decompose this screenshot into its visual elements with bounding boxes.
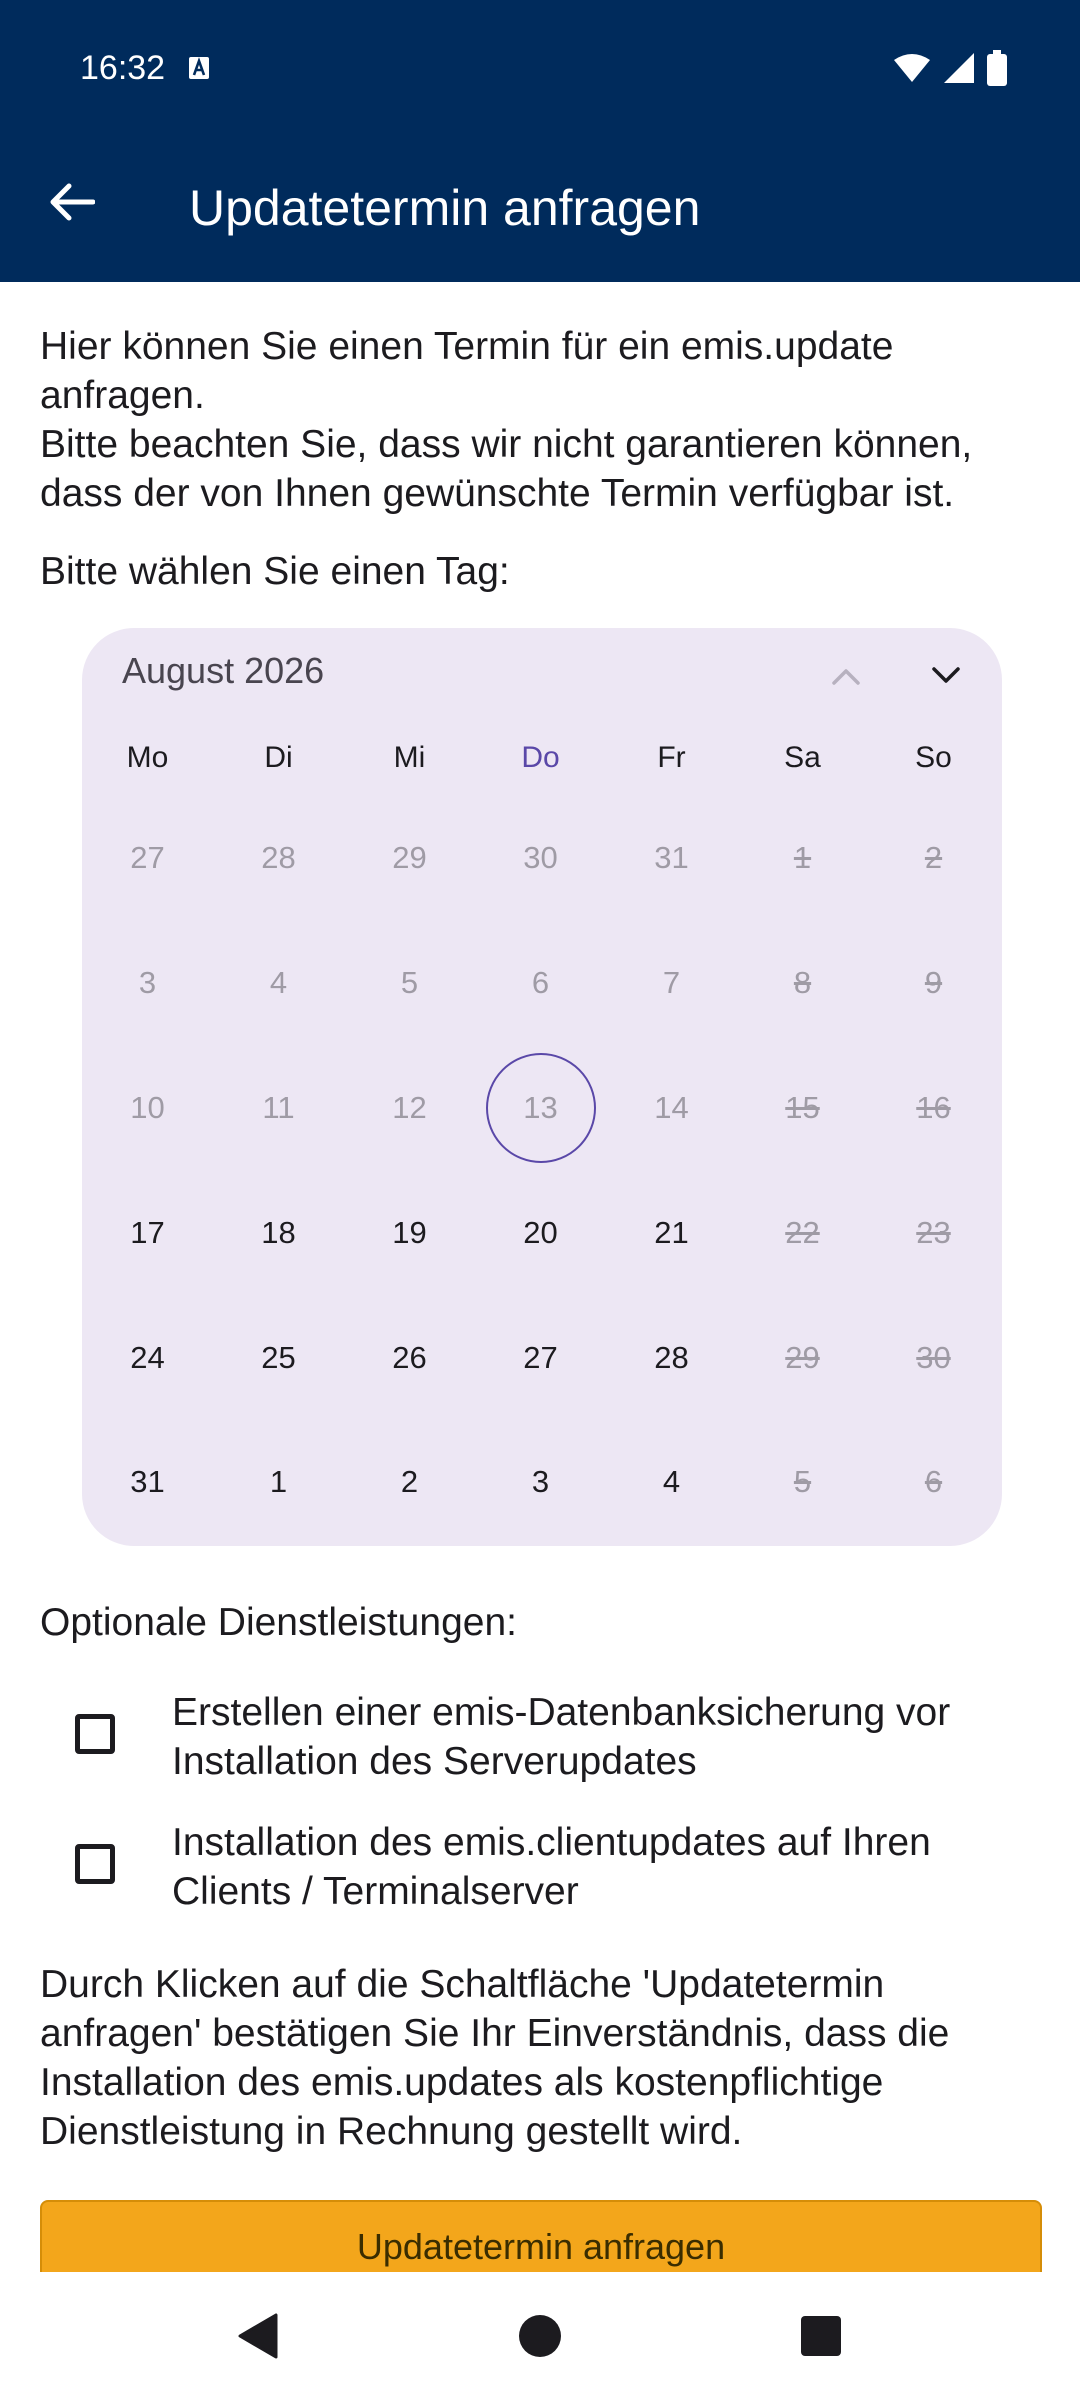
calendar-day[interactable]: 27: [475, 1295, 606, 1420]
intro-line-2: Bitte beachten Sie, dass wir nicht garan…: [40, 423, 973, 515]
client-update-option-label: Installation des emis.clientupdates auf …: [172, 1821, 931, 1913]
optional-services-title: Optionale Dienstleistungen:: [40, 1601, 517, 1644]
calendar-day: 2: [924, 840, 943, 876]
calendar-day: 3: [138, 965, 157, 1001]
calendar-day[interactable]: 1: [213, 1420, 344, 1545]
calendar-day[interactable]: 18: [213, 1170, 344, 1295]
cost-disclaimer: Durch Klicken auf die Schaltfläche 'Upda…: [40, 1963, 950, 2153]
nav-home-icon: [519, 2315, 561, 2357]
weekday-label: Do: [521, 741, 560, 774]
chevron-up-icon: [832, 669, 860, 685]
page-title: Updatetermin anfragen: [189, 180, 701, 236]
day-prompt: Bitte wählen Sie einen Tag:: [40, 550, 510, 593]
cell-signal-icon: [944, 53, 974, 83]
calendar-day[interactable]: 24: [82, 1295, 213, 1420]
calendar-day: 4: [269, 965, 288, 1001]
option-backup[interactable]: Erstellen einer emis-Datenbanksicherung …: [40, 1688, 1040, 1788]
backup-checkbox[interactable]: [75, 1714, 115, 1754]
app-header: 16:32 Updatetermin anfragen: [0, 0, 1080, 282]
calendar-day: 30: [523, 840, 558, 876]
status-time: 16:32: [80, 49, 166, 87]
calendar-day: 10: [130, 1089, 165, 1125]
calendar-day[interactable]: 25: [213, 1295, 344, 1420]
calendar-day[interactable]: 26: [344, 1295, 475, 1420]
keyboard-a-icon: [189, 57, 209, 79]
back-button[interactable]: [36, 166, 108, 238]
calendar-day[interactable]: 2: [344, 1420, 475, 1545]
calendar-day[interactable]: 3: [475, 1420, 606, 1545]
calendar-day[interactable]: 19: [344, 1170, 475, 1295]
previous-month-button[interactable]: [818, 648, 874, 704]
calendar-day: 29: [392, 840, 427, 876]
wifi-icon: [894, 54, 930, 82]
calendar-day: 23: [916, 1214, 951, 1250]
calendar-day[interactable]: 20: [475, 1170, 606, 1295]
nav-back-button[interactable]: [228, 2306, 288, 2366]
backup-option-label: Erstellen einer emis-Datenbanksicherung …: [172, 1691, 951, 1783]
calendar-day: 28: [261, 840, 296, 876]
calendar-day: 11: [262, 1089, 295, 1125]
calendar-day[interactable]: 31: [82, 1420, 213, 1545]
chevron-down-icon: [932, 667, 960, 683]
nav-recents-icon: [801, 2316, 841, 2356]
arrow-left-icon: [50, 183, 95, 221]
calendar-day: 6: [924, 1464, 943, 1500]
calendar-day: 7: [662, 965, 681, 1001]
system-nav-bar: [0, 2272, 1080, 2400]
calendar-day[interactable]: 4: [606, 1420, 737, 1545]
calendar-days-grid: 27 28 29 30 31 1 2 3 4 5 6 7 8 9 10 11 12 13 14 15 16 17 18 19 2…: [82, 796, 1002, 1545]
calendar-day[interactable]: 21: [606, 1170, 737, 1295]
calendar-day: 6: [531, 965, 550, 1001]
calendar-day: 1: [793, 840, 812, 876]
intro-line-1: Hier können Sie einen Termin für ein emi…: [40, 325, 894, 417]
weekday-label: Fr: [657, 741, 686, 774]
calendar-day: 5: [793, 1464, 812, 1500]
nav-home-button[interactable]: [510, 2306, 570, 2366]
calendar-day[interactable]: 28: [606, 1295, 737, 1420]
status-icons: [892, 50, 1008, 86]
next-month-button[interactable]: [918, 648, 974, 704]
calendar-day: 14: [654, 1089, 689, 1125]
calendar-day: 22: [785, 1214, 820, 1250]
calendar-day[interactable]: 17: [82, 1170, 213, 1295]
weekday-label: Mi: [393, 741, 426, 774]
weekday-header-row: Mo Di Mi Do Fr Sa So: [82, 736, 1002, 780]
calendar-day: 27: [130, 840, 165, 876]
date-picker: August 2026 Mo Di Mi Do Fr Sa So 27 28 29 30 31 1 2 3…: [82, 628, 1002, 1546]
weekday-label: Sa: [784, 741, 821, 774]
calendar-day: 8: [793, 965, 812, 1001]
option-client-update[interactable]: Installation des emis.clientupdates auf …: [40, 1818, 1040, 1918]
battery-icon: [987, 50, 1007, 86]
calendar-day: 16: [916, 1089, 951, 1125]
calendar-day: 30: [916, 1339, 951, 1375]
calendar-day: 31: [654, 840, 689, 876]
calendar-day: 29: [785, 1339, 820, 1375]
calendar-day: 12: [392, 1089, 427, 1125]
calendar-day: 5: [400, 965, 419, 1001]
calendar-month-label[interactable]: August 2026: [122, 646, 324, 696]
nav-recents-button[interactable]: [791, 2306, 851, 2366]
client-update-checkbox[interactable]: [75, 1844, 115, 1884]
weekday-label: Mo: [126, 741, 169, 774]
weekday-label: So: [915, 741, 952, 774]
nav-back-icon: [238, 2313, 278, 2359]
intro-text: Hier können Sie einen Termin für ein emi…: [40, 322, 1040, 518]
calendar-day-today: 13: [475, 1046, 606, 1171]
weekday-label: Di: [264, 741, 293, 774]
calendar-day: 15: [785, 1089, 820, 1125]
calendar-day: 9: [924, 965, 943, 1001]
